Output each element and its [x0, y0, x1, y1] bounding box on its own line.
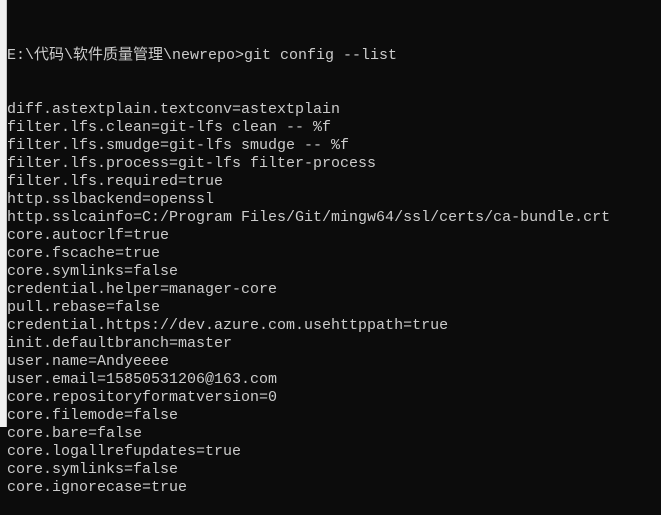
- config-line: filter.lfs.smudge=git-lfs smudge -- %f: [7, 137, 350, 154]
- config-line: credential.https://dev.azure.com.usehttp…: [7, 317, 449, 334]
- config-line: user.name=Andyeeee: [7, 353, 170, 370]
- window-left-edge: [0, 0, 7, 427]
- config-line: core.repositoryformatversion=0: [7, 389, 278, 406]
- config-line: pull.rebase=false: [7, 299, 161, 316]
- config-line: diff.astextplain.textconv=astextplain: [7, 101, 341, 118]
- config-line: core.symlinks=false: [7, 263, 179, 280]
- config-line: init.defaultbranch=master: [7, 335, 233, 352]
- config-line: credential.helper=manager-core: [7, 281, 278, 298]
- config-line: user.email=15850531206@163.com: [7, 371, 278, 388]
- config-line: core.symlinks=false: [7, 461, 179, 478]
- config-line: filter.lfs.required=true: [7, 173, 224, 190]
- config-line: core.logallrefupdates=true: [7, 443, 242, 460]
- config-line: core.autocrlf=true: [7, 227, 170, 244]
- config-line: filter.lfs.clean=git-lfs clean -- %f: [7, 119, 332, 136]
- config-line: core.bare=false: [7, 425, 143, 442]
- config-line: core.ignorecase=true: [7, 479, 188, 496]
- config-list: diff.astextplain.textconv=astextplain fil…: [7, 101, 610, 497]
- config-line: filter.lfs.process=git-lfs filter-proces…: [7, 155, 377, 172]
- command-prompt-line: E:\代码\软件质量管理\newrepo>git config --list: [7, 47, 398, 64]
- terminal-output[interactable]: E:\代码\软件质量管理\newrepo>git config --list d…: [7, 11, 610, 515]
- config-line: http.sslcainfo=C:/Program Files/Git/ming…: [7, 209, 611, 226]
- config-line: http.sslbackend=openssl: [7, 191, 215, 208]
- config-line: core.fscache=true: [7, 245, 161, 262]
- config-line: core.filemode=false: [7, 407, 179, 424]
